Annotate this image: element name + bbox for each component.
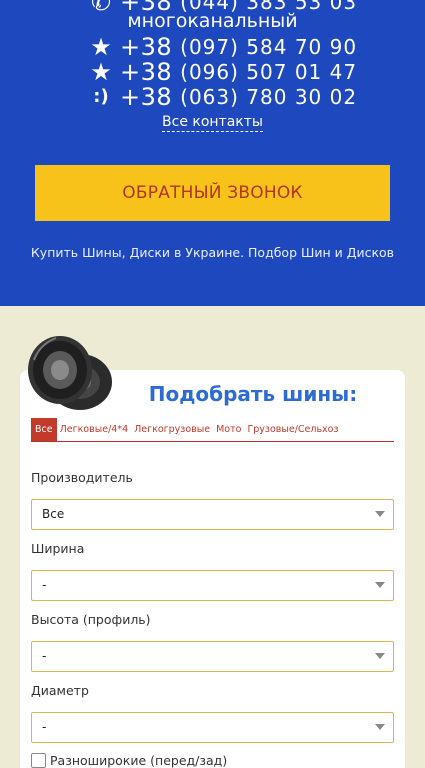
- manufacturer-label: Производитель: [31, 470, 133, 485]
- width-label: Ширина: [31, 541, 85, 556]
- diameter-value: -: [42, 720, 47, 734]
- chevron-down-icon: [375, 511, 385, 517]
- tab-moto[interactable]: Мото: [213, 424, 244, 441]
- smiley-icon: :): [93, 86, 109, 107]
- tyre-picker-title: Подобрать шины:: [148, 382, 358, 406]
- phone-number: (097) 584 70 90: [180, 35, 358, 59]
- height-label: Высота (профиль): [31, 612, 151, 627]
- phone-row-3[interactable]: ★ +38 (096) 507 01 47: [88, 58, 357, 86]
- multichannel-label: многоканальный: [127, 10, 298, 32]
- diameter-select[interactable]: -: [31, 712, 394, 743]
- tab-all[interactable]: Все: [31, 418, 57, 441]
- phone-number: (096) 507 01 47: [180, 60, 358, 84]
- phone-code: +38: [120, 33, 173, 61]
- all-contacts-link[interactable]: Все контакты: [0, 114, 425, 132]
- chevron-down-icon: [375, 582, 385, 588]
- vehicle-type-tabs: Все Легковые/4*4 Легкогрузовые Мото Груз…: [31, 416, 394, 442]
- chevron-down-icon: [375, 724, 385, 730]
- staggered-fitment-checkbox[interactable]: [31, 753, 46, 768]
- phone-number: (063) 780 30 02: [180, 85, 358, 109]
- height-value: -: [42, 649, 47, 663]
- height-select[interactable]: -: [31, 641, 394, 672]
- manufacturer-value: Все: [42, 507, 65, 521]
- tyres-icon: [28, 336, 112, 410]
- staggered-fitment-label: Разноширокие (перед/зад): [50, 753, 228, 768]
- staggered-fitment-option[interactable]: Разноширокие (перед/зад): [31, 753, 227, 768]
- diameter-label: Диаметр: [31, 683, 89, 698]
- chevron-down-icon: [375, 653, 385, 659]
- callback-button[interactable]: ОБРАТНЫЙ ЗВОНОК: [35, 165, 390, 221]
- phone-row-4[interactable]: :) +38 (063) 780 30 02: [88, 83, 357, 111]
- all-contacts-label[interactable]: Все контакты: [162, 114, 263, 132]
- star-icon: ★: [90, 58, 112, 86]
- tab-truck-agro[interactable]: Грузовые/Сельхоз: [244, 424, 341, 441]
- width-select[interactable]: -: [31, 570, 394, 601]
- tab-light-truck[interactable]: Легкогрузовые: [131, 424, 213, 441]
- contact-header: ✆ +38 (044) 383 53 03 многоканальный ★ +…: [0, 0, 425, 306]
- width-value: -: [42, 578, 47, 592]
- star-icon: ★: [90, 33, 112, 61]
- manufacturer-select[interactable]: Все: [31, 499, 394, 530]
- phone-row-2[interactable]: ★ +38 (097) 584 70 90: [88, 33, 357, 61]
- phone-code: +38: [120, 83, 173, 111]
- site-tagline: Купить Шины, Диски в Украине. Подбор Шин…: [30, 245, 395, 260]
- tab-passenger[interactable]: Легковые/4*4: [57, 424, 132, 441]
- phone-code: +38: [120, 58, 173, 86]
